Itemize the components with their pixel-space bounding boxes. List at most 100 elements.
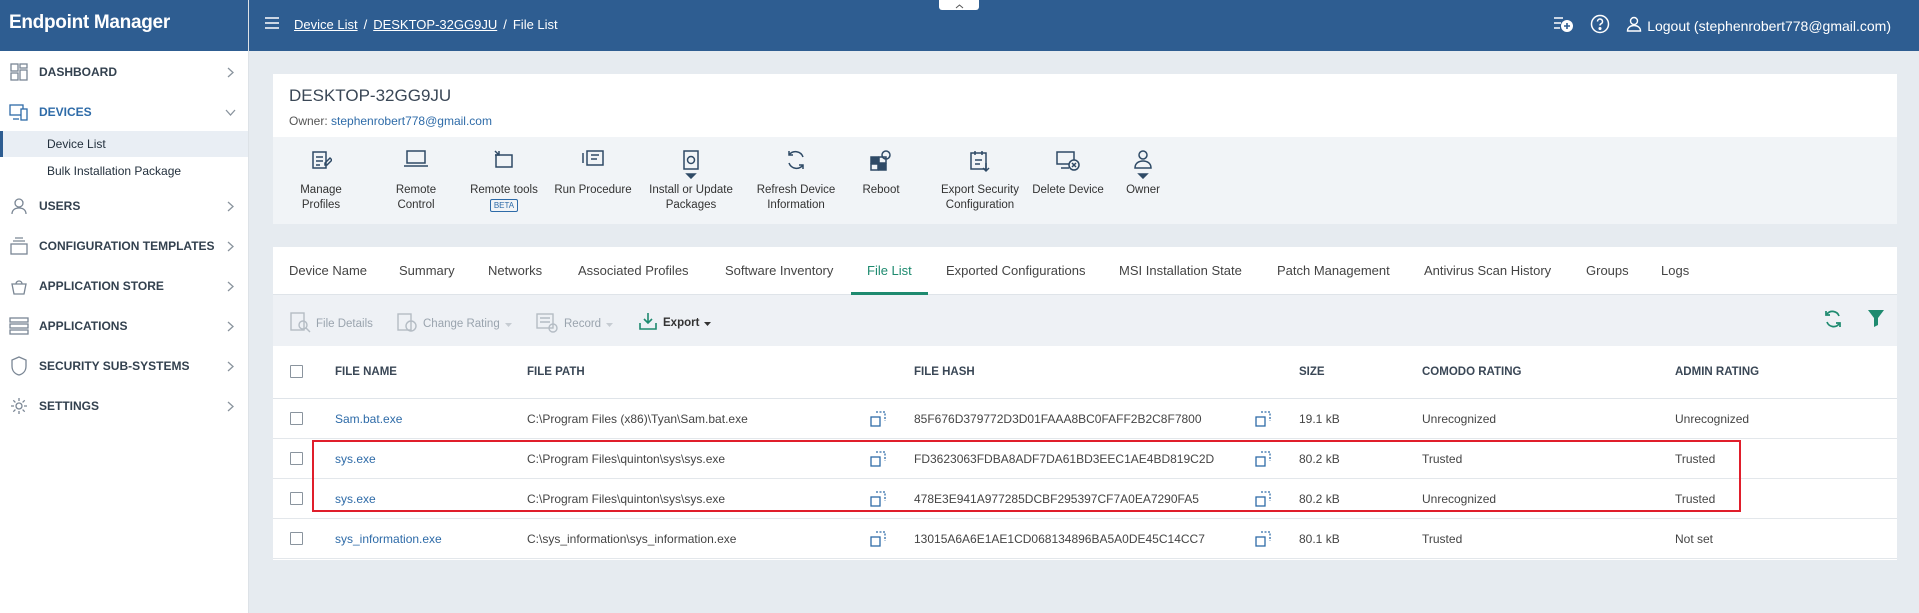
action-label: Change Rating (423, 317, 500, 330)
remote-tools-button[interactable]: Remote tools BETA (464, 149, 544, 212)
column-header-file-hash[interactable]: FILE HASH (914, 366, 975, 378)
breadcrumb-device-list[interactable]: Device List (294, 17, 358, 32)
shield-icon (8, 355, 30, 377)
copy-hash-icon[interactable] (1255, 451, 1271, 470)
templates-icon (8, 235, 30, 257)
file-name-link[interactable]: sys_information.exe (335, 532, 442, 546)
export-security-configuration-button[interactable]: Export Security Configuration (925, 149, 1035, 213)
copy-path-icon[interactable] (870, 451, 886, 470)
tool-label: Configuration (945, 199, 1015, 211)
owner-button[interactable]: Owner (1111, 149, 1175, 198)
tab-antivirus-scan-history[interactable]: Antivirus Scan History (1424, 263, 1551, 278)
column-header-comodo-rating[interactable]: COMODO RATING (1422, 366, 1521, 378)
sidebar-item-applications[interactable]: APPLICATIONS (0, 310, 248, 342)
column-header-size[interactable]: SIZE (1299, 366, 1325, 378)
copy-path-icon[interactable] (870, 491, 886, 510)
reboot-button[interactable]: Reboot (843, 149, 919, 198)
chevron-right-icon (222, 401, 238, 412)
comodo-rating: Trusted (1422, 452, 1463, 466)
select-all-checkbox[interactable] (290, 365, 303, 378)
tab-bar: Device Name Summary Networks Associated … (273, 247, 1897, 295)
column-header-file-path[interactable]: FILE PATH (527, 366, 585, 378)
breadcrumb-device[interactable]: DESKTOP-32GG9JU (373, 17, 497, 32)
tab-networks[interactable]: Networks (488, 263, 542, 278)
sidebar-item-security-sub-systems[interactable]: SECURITY SUB-SYSTEMS (0, 350, 248, 382)
sidebar-subitem-device-list[interactable]: Device List (0, 131, 248, 157)
row-checkbox[interactable] (290, 412, 303, 425)
refresh-icon[interactable] (1823, 309, 1843, 332)
file-hash: FD3623063FDBA8ADF7DA61BD3EEC1AE4BD819C2D (914, 452, 1215, 466)
tab-software-inventory[interactable]: Software Inventory (725, 263, 833, 278)
sidebar-item-label: CONFIGURATION TEMPLATES (39, 239, 215, 253)
install-update-packages-button[interactable]: Install or Update Packages (641, 149, 741, 213)
run-procedure-button[interactable]: Run Procedure (550, 149, 636, 198)
help-icon[interactable] (1590, 14, 1610, 37)
copy-hash-icon[interactable] (1255, 411, 1271, 430)
file-hash: 478E3E941A977285DCBF295397CF7A0EA7290FA5 (914, 492, 1199, 506)
action-label: File Details (316, 317, 373, 330)
file-name-link[interactable]: sys.exe (335, 452, 376, 466)
tool-label: Remote tools (470, 184, 538, 196)
row-checkbox[interactable] (290, 532, 303, 545)
tab-groups[interactable]: Groups (1586, 263, 1629, 278)
record-button[interactable]: Record (535, 311, 614, 336)
tab-exported-configurations[interactable]: Exported Configurations (946, 263, 1085, 278)
remote-control-button[interactable]: Remote Control (376, 149, 456, 213)
refresh-device-information-button[interactable]: Refresh Device Information (746, 149, 846, 213)
tab-logs[interactable]: Logs (1661, 263, 1689, 278)
hamburger-menu-icon[interactable] (265, 17, 279, 32)
manage-profiles-icon (310, 149, 332, 179)
tab-patch-management[interactable]: Patch Management (1277, 263, 1390, 278)
record-icon (535, 311, 559, 336)
table-row[interactable]: sys.exe C:\Program Files\quinton\sys\sys… (273, 479, 1897, 519)
sidebar-subitem-bulk-installation[interactable]: Bulk Installation Package (0, 158, 248, 184)
tab-summary[interactable]: Summary (399, 263, 455, 278)
breadcrumb: Device List / DESKTOP-32GG9JU / File Lis… (294, 17, 558, 32)
file-hash: 85F676D379772D3D01FAAA8BC0FAFF2B2C8F7800 (914, 412, 1202, 426)
sidebar-item-dashboard[interactable]: DASHBOARD (0, 56, 248, 88)
column-header-admin-rating[interactable]: ADMIN RATING (1675, 366, 1759, 378)
logout-label: Logout (stephenrobert778@gmail.com) (1647, 17, 1891, 34)
copy-path-icon[interactable] (870, 411, 886, 430)
file-name-link[interactable]: sys.exe (335, 492, 376, 506)
copy-hash-icon[interactable] (1255, 531, 1271, 550)
comodo-rating: Trusted (1422, 532, 1463, 546)
sidebar-item-settings[interactable]: SETTINGS (0, 390, 248, 422)
refresh-icon (785, 149, 807, 179)
tab-msi-installation-state[interactable]: MSI Installation State (1119, 263, 1242, 278)
manage-profiles-button[interactable]: Manage Profiles (281, 149, 361, 213)
comodo-rating: Unrecognized (1422, 492, 1497, 506)
row-checkbox[interactable] (290, 492, 303, 505)
copy-hash-icon[interactable] (1255, 491, 1271, 510)
user-icon (1626, 16, 1642, 35)
sidebar-item-application-store[interactable]: APPLICATION STORE (0, 270, 248, 302)
file-details-button[interactable]: File Details (289, 311, 373, 336)
sidebar-item-users[interactable]: USERS (0, 190, 248, 222)
tool-label: Reboot (862, 184, 900, 196)
row-checkbox[interactable] (290, 452, 303, 465)
logout-button[interactable]: Logout (stephenrobert778@gmail.com) (1626, 16, 1891, 35)
tool-label: Delete Device (1032, 184, 1104, 196)
export-button[interactable]: Export (638, 311, 712, 334)
tab-device-name[interactable]: Device Name (289, 263, 367, 278)
admin-rating: Trusted (1675, 452, 1716, 466)
file-name-link[interactable]: Sam.bat.exe (335, 412, 402, 426)
change-rating-button[interactable]: Change Rating (396, 311, 512, 336)
tab-file-list[interactable]: File List (867, 263, 912, 278)
file-path: C:\Program Files (x86)\Tyan\Sam.bat.exe (527, 412, 748, 426)
sidebar-item-devices[interactable]: DEVICES (0, 96, 248, 128)
reboot-icon (869, 149, 893, 179)
add-notification-icon[interactable] (1552, 14, 1574, 37)
table-row[interactable]: Sam.bat.exe C:\Program Files (x86)\Tyan\… (273, 399, 1897, 439)
column-header-file-name[interactable]: FILE NAME (335, 366, 397, 378)
tab-associated-profiles[interactable]: Associated Profiles (578, 263, 689, 278)
delete-device-button[interactable]: Delete Device (1025, 149, 1111, 198)
top-bar: Device List / DESKTOP-32GG9JU / File Lis… (249, 0, 1919, 51)
collapse-handle[interactable] (939, 0, 979, 10)
owner-email-link[interactable]: stephenrobert778@gmail.com (331, 114, 492, 128)
copy-path-icon[interactable] (870, 531, 886, 550)
sidebar-item-configuration-templates[interactable]: CONFIGURATION TEMPLATES (0, 230, 248, 262)
table-row[interactable]: sys.exe C:\Program Files\quinton\sys\sys… (273, 439, 1897, 479)
filter-icon[interactable] (1867, 309, 1885, 332)
table-row[interactable]: sys_information.exe C:\sys_information\s… (273, 519, 1897, 559)
